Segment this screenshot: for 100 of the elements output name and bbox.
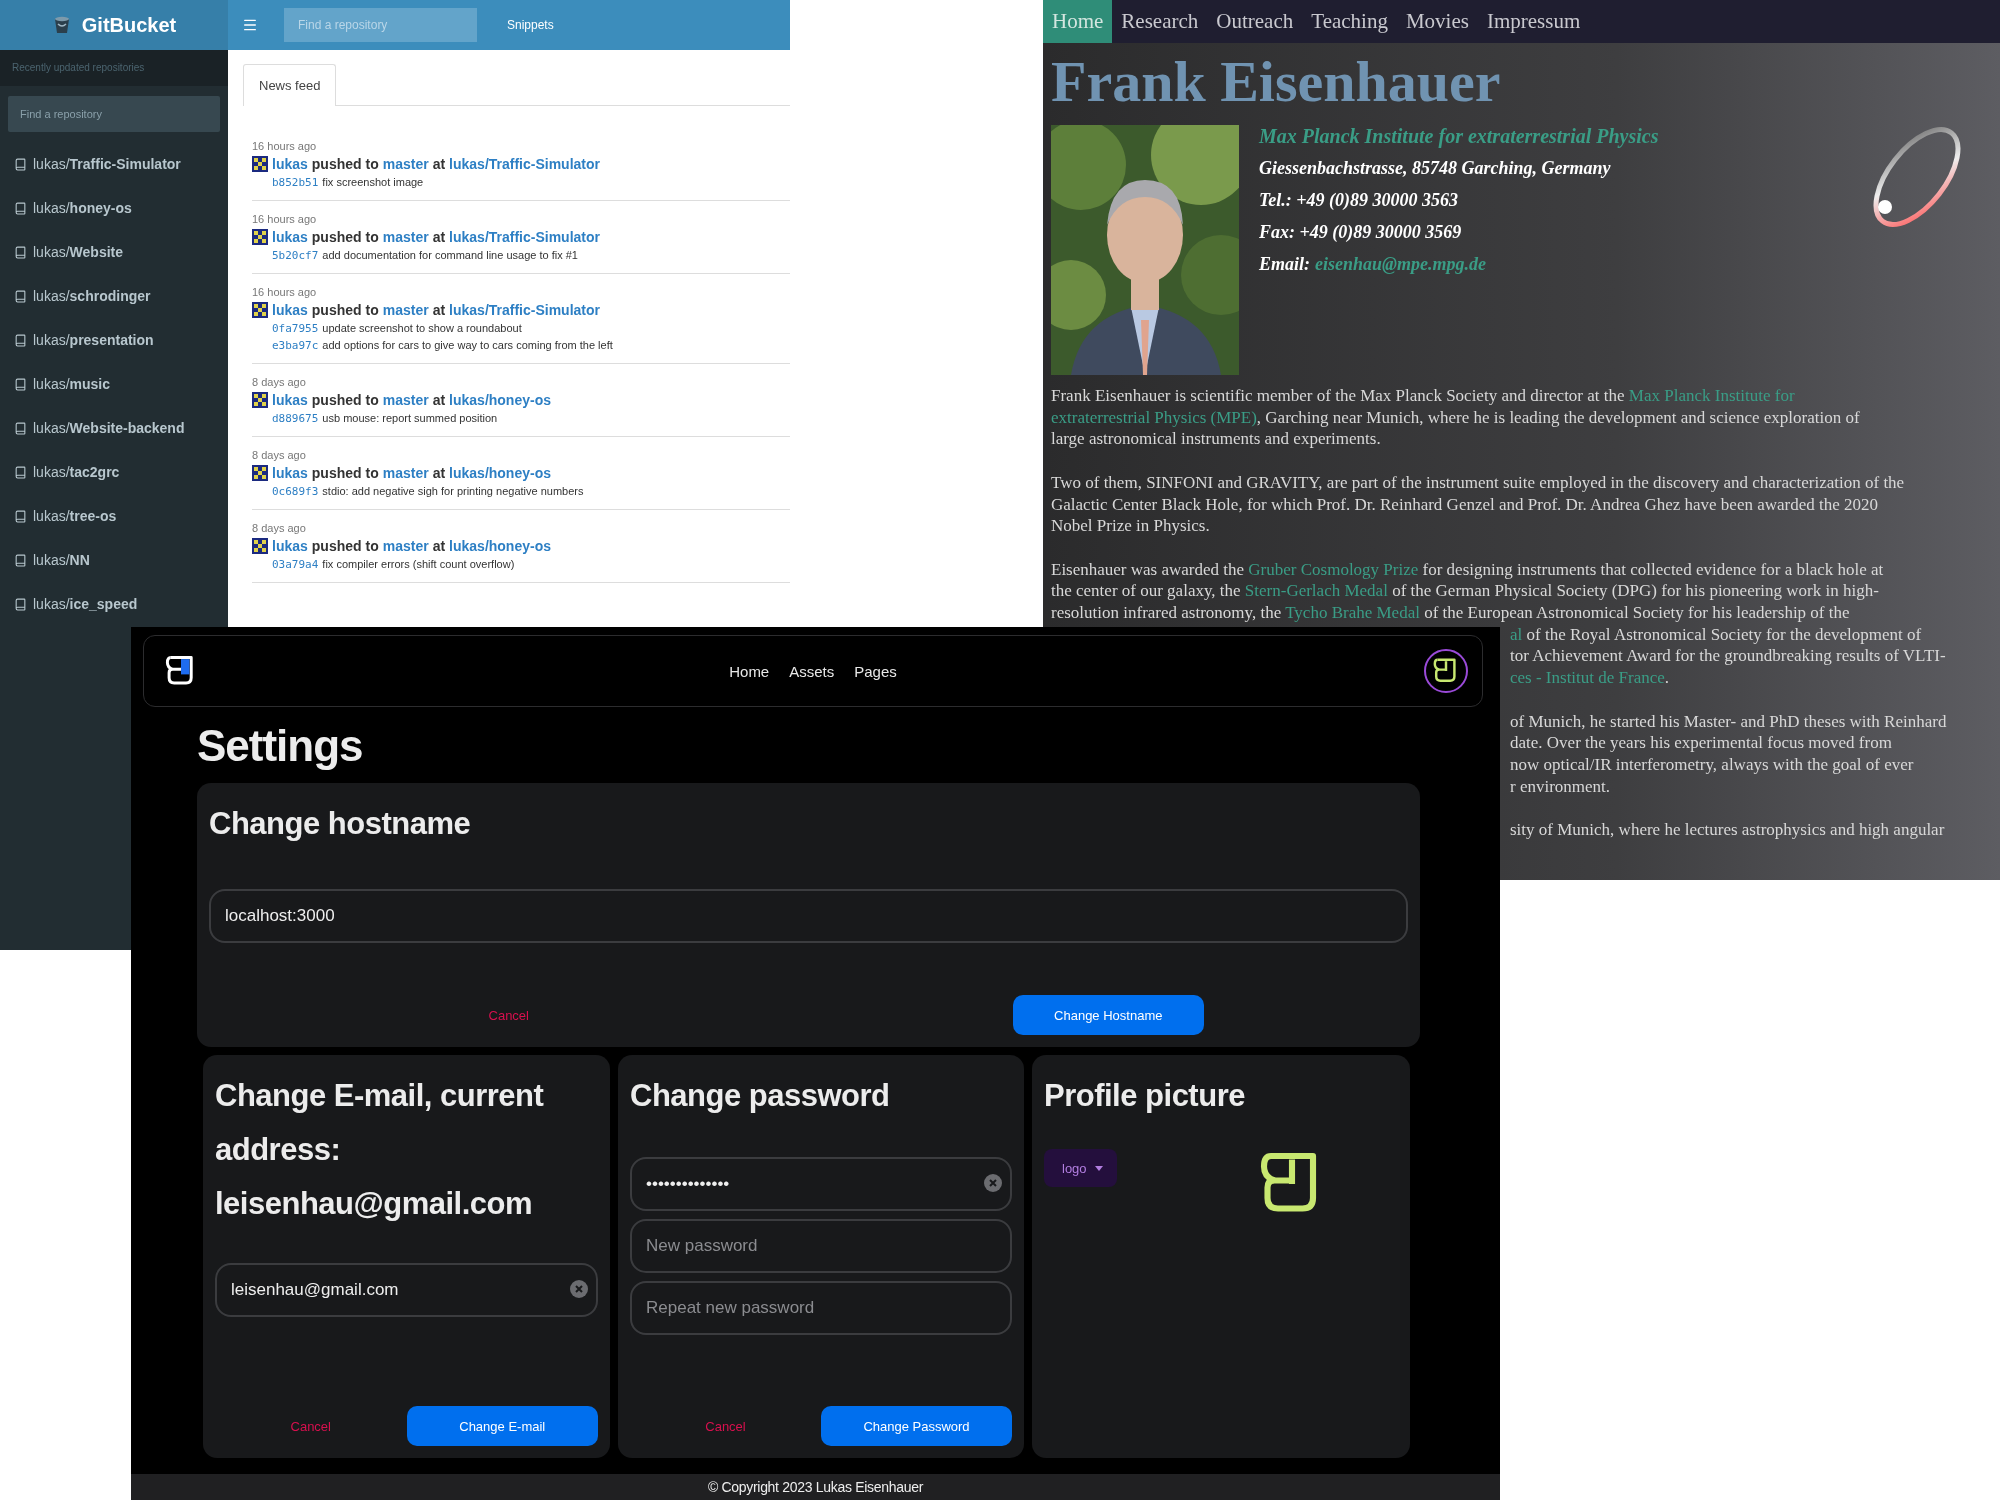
contact-line: Fax: +49 (0)89 30000 3569 — [1259, 221, 1463, 243]
user-link[interactable]: lukas — [272, 302, 308, 318]
text-link[interactable]: al — [1510, 624, 1523, 644]
repo-link[interactable]: lukas/honey-os — [449, 538, 551, 554]
user-link[interactable]: lukas — [272, 229, 308, 245]
avatar-icon — [252, 229, 268, 245]
user-link[interactable]: lukas — [272, 538, 308, 554]
commit-hash-link[interactable]: 0c689f3 — [272, 485, 319, 498]
text-link[interactable]: ces - Institut de France — [1510, 668, 1665, 688]
cancel-button[interactable]: Cancel — [282, 1410, 339, 1442]
repo-link[interactable]: lukas/Website-backend — [0, 406, 228, 450]
book-icon — [14, 597, 27, 611]
text-link[interactable]: Gruber Cosmology Prize — [1248, 559, 1419, 579]
repo-link[interactable]: lukas/tac2grc — [0, 450, 228, 494]
email-label: Email: — [1259, 253, 1310, 275]
repo-link[interactable]: lukas/honey-os — [449, 465, 551, 481]
nav-link[interactable]: Snippets — [507, 18, 554, 32]
submit-button[interactable]: Change E-mail — [406, 1406, 598, 1446]
submit-button[interactable]: Change Hostname — [1012, 995, 1204, 1035]
repo-link[interactable]: lukas/Traffic-Simulator — [449, 229, 600, 245]
card-title: Change password — [630, 1077, 891, 1115]
commit-hash-link[interactable]: e3ba97c — [272, 339, 319, 352]
email-link[interactable]: eisenhau@mpe.mpg.de — [1315, 253, 1486, 275]
user-link[interactable]: lukas — [272, 392, 308, 408]
menu-icon[interactable] — [242, 17, 258, 33]
branch-link[interactable]: master — [382, 302, 429, 318]
text-line: ces - Institut de France. — [1510, 668, 1670, 688]
repo-link[interactable]: lukas/presentation — [0, 318, 228, 362]
text-link[interactable]: Stern-Gerlach Medal — [1244, 581, 1388, 601]
cancel-button[interactable]: Cancel — [480, 999, 537, 1031]
repo-link[interactable]: lukas/honey-os — [0, 186, 228, 230]
text-line: date. Over the years his experimental focus moved from — [1510, 733, 1892, 753]
nav-item[interactable]: Home — [1043, 0, 1113, 43]
timestamp: 8 days ago — [252, 449, 307, 461]
avatar-icon — [252, 392, 268, 408]
commit-hash-link[interactable]: 5b20cf7 — [272, 249, 319, 262]
branch-link[interactable]: master — [382, 538, 429, 554]
text-link[interactable]: Tycho Brahe Medal — [1285, 603, 1420, 622]
commit-hash-link[interactable]: d889675 — [272, 412, 319, 425]
nav-item[interactable]: Teaching — [1302, 0, 1397, 43]
nav-link[interactable]: Pages — [854, 662, 897, 680]
password-field[interactable]: Repeat new password — [630, 1281, 1012, 1335]
clear-icon[interactable] — [570, 1280, 588, 1298]
text-line: r environment. — [1510, 776, 1611, 796]
text-line: of Munich, he started his Master- and PhD theses with Reinhard — [1510, 711, 1947, 731]
text-line: tor Achievement Award for the groundbreaking results of VLTI- — [1510, 646, 1946, 666]
nav-link[interactable]: Home — [729, 662, 770, 680]
password-field[interactable]: •••••••••••••• — [630, 1157, 1012, 1211]
email-field[interactable]: leisenhau@gmail.com — [215, 1263, 598, 1317]
timestamp: 16 hours ago — [252, 286, 318, 298]
nav-item[interactable]: Outreach — [1207, 0, 1303, 43]
repo-link[interactable]: lukas/honey-os — [449, 392, 551, 408]
submit-button[interactable]: Change Password — [821, 1406, 1012, 1446]
commit-hash-link[interactable]: 03a79a4 — [272, 558, 319, 571]
action-text: pushed to — [311, 156, 379, 172]
brand-name[interactable]: GitBucket — [81, 13, 177, 37]
clear-icon[interactable] — [984, 1174, 1002, 1192]
branch-link[interactable]: master — [382, 156, 429, 172]
repo-link[interactable]: lukas/ice_speed — [0, 582, 228, 626]
book-icon — [14, 289, 27, 303]
repo-link[interactable]: lukas/Traffic-Simulator — [449, 302, 600, 318]
repo-link[interactable]: lukas/schrodinger — [0, 274, 228, 318]
repo-link[interactable]: lukas/Traffic-Simulator — [0, 142, 228, 186]
repo-link[interactable]: lukas/tree-os — [0, 494, 228, 538]
nav-item[interactable]: Impressum — [1477, 0, 1590, 43]
user-link[interactable]: lukas — [272, 156, 308, 172]
branch-link[interactable]: master — [382, 392, 429, 408]
password-field[interactable]: New password — [630, 1219, 1012, 1273]
book-icon — [14, 509, 27, 523]
card-title: Profile picture — [1044, 1077, 1246, 1115]
card-title: Change hostname — [209, 805, 472, 843]
branch-link[interactable]: master — [382, 465, 429, 481]
user-avatar[interactable] — [1424, 649, 1468, 693]
search-field[interactable]: Find a repository — [8, 96, 220, 132]
text-link[interactable]: Max Planck Institute for — [1628, 386, 1795, 405]
text-link[interactable]: extraterrestrial Physics (MPE) — [1051, 407, 1257, 427]
commit-message: update screenshot to show a roundabout — [322, 322, 522, 334]
repo-link[interactable]: lukas/NN — [0, 538, 228, 582]
repo-link[interactable]: lukas/Website — [0, 230, 228, 274]
book-icon — [14, 333, 27, 347]
nav-item[interactable]: Movies — [1396, 0, 1478, 43]
contact-line: Tel.: +49 (0)89 30000 3563 — [1259, 189, 1460, 211]
avatar-icon — [252, 156, 268, 172]
book-icon — [14, 465, 27, 479]
commit-hash-link[interactable]: b852b51 — [272, 176, 319, 189]
branch-link[interactable]: master — [382, 229, 429, 245]
search-field[interactable]: Find a repository — [284, 8, 477, 42]
logo-dropdown[interactable]: logo — [1044, 1149, 1117, 1187]
nav-link[interactable]: Assets — [789, 662, 835, 680]
hostname-field[interactable]: localhost:3000 — [209, 889, 1408, 943]
action-text: at — [432, 465, 446, 481]
repo-link[interactable]: lukas/Traffic-Simulator — [449, 156, 600, 172]
nav-item[interactable]: Research — [1112, 0, 1208, 43]
cancel-button[interactable]: Cancel — [697, 1410, 754, 1442]
text-line: Nobel Prize in Physics. — [1051, 516, 1210, 536]
commit-hash-link[interactable]: 0fa7955 — [272, 322, 319, 335]
repo-link[interactable]: lukas/music — [0, 362, 228, 406]
contact-line: Giessenbachstrasse, 85748 Garching, Germany — [1259, 157, 1612, 179]
user-link[interactable]: lukas — [272, 465, 308, 481]
tab[interactable]: News feed — [243, 64, 337, 106]
